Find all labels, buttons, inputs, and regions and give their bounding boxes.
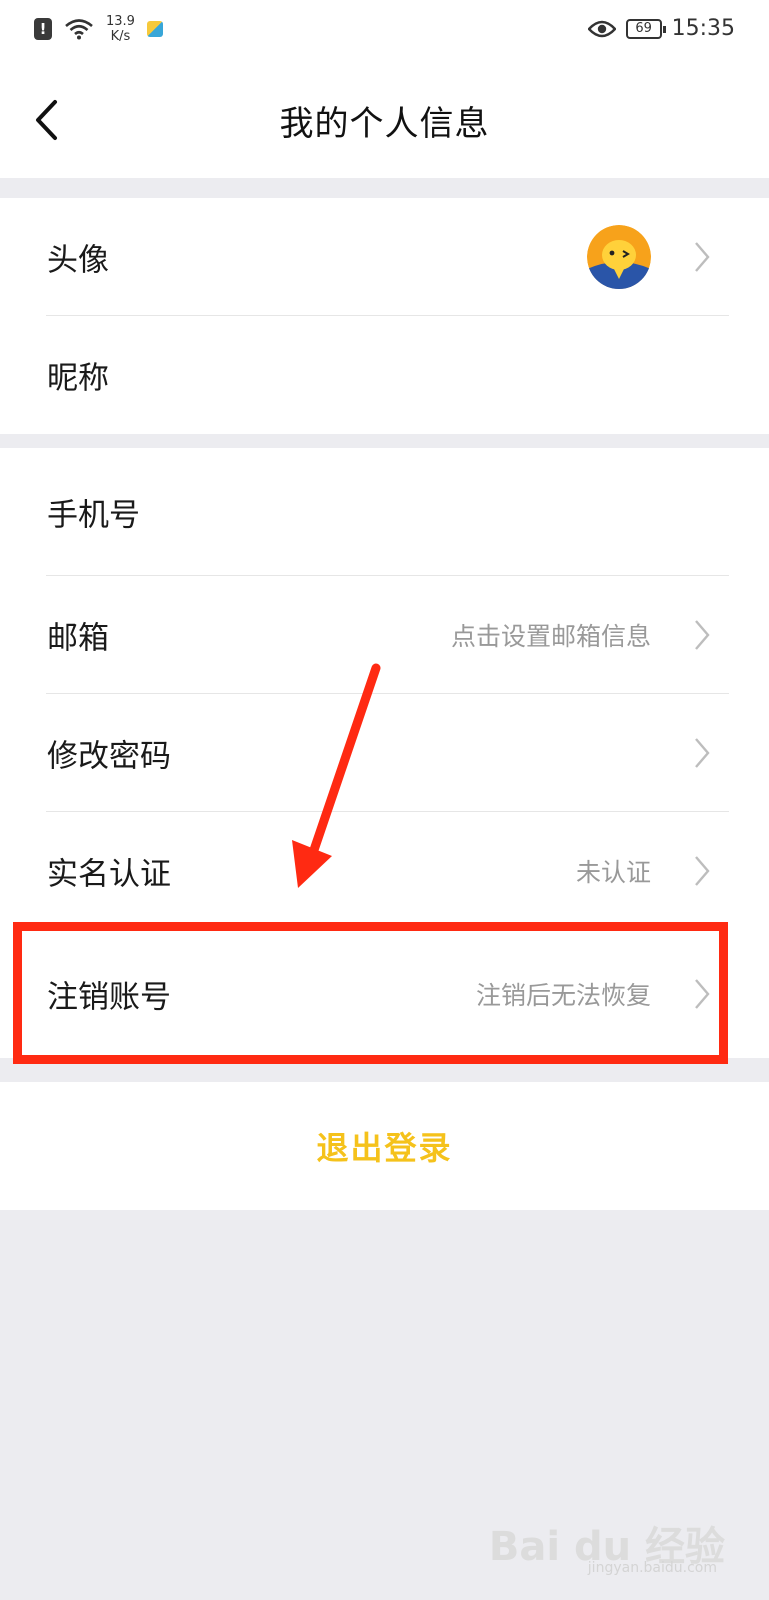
chevron-right-icon xyxy=(695,620,710,650)
status-bar: ! 13.9 K/s 69 15:35 xyxy=(0,0,769,62)
chevron-right-icon xyxy=(695,738,710,768)
watermark-url: jingyan.baidu.com xyxy=(587,1560,717,1576)
avatar-row[interactable]: 头像 xyxy=(0,198,769,316)
real-name-row[interactable]: 实名认证 未认证 xyxy=(0,812,769,930)
logout-label: 退出登录 xyxy=(316,1129,453,1167)
profile-section: 头像 昵称 xyxy=(0,198,769,434)
alert-icon: ! xyxy=(34,18,52,40)
battery-icon: 69 xyxy=(625,18,666,39)
app-icon xyxy=(146,21,163,37)
chevron-right-icon xyxy=(695,856,710,886)
chevron-right-icon xyxy=(695,242,710,272)
wifi-icon xyxy=(65,19,93,40)
row-label: 修改密码 xyxy=(47,738,171,775)
change-password-row[interactable]: 修改密码 xyxy=(0,694,769,812)
battery-level: 69 xyxy=(635,20,652,36)
nav-bar: 我的个人信息 xyxy=(0,62,769,178)
highlight-box xyxy=(13,922,728,1064)
row-label: 邮箱 xyxy=(47,620,109,657)
clock: 15:35 xyxy=(671,16,735,41)
row-label: 实名认证 xyxy=(47,856,171,893)
row-value: 点击设置邮箱信息 xyxy=(450,622,651,651)
page-title: 我的个人信息 xyxy=(279,104,490,144)
avatar xyxy=(587,225,651,289)
row-label: 手机号 xyxy=(47,497,140,534)
row-value: 未认证 xyxy=(575,858,651,887)
phone-row[interactable]: 手机号 xyxy=(0,448,769,576)
watermark: Bai du 经验 jingyan.baidu.com xyxy=(489,1514,725,1576)
nickname-row[interactable]: 昵称 xyxy=(0,316,769,434)
row-label: 头像 xyxy=(47,242,109,279)
row-label: 昵称 xyxy=(47,360,109,397)
net-speed: 13.9 K/s xyxy=(106,14,135,44)
logout-button[interactable]: 退出登录 xyxy=(0,1082,769,1210)
email-row[interactable]: 邮箱 点击设置邮箱信息 xyxy=(0,576,769,694)
eye-icon xyxy=(587,20,616,37)
